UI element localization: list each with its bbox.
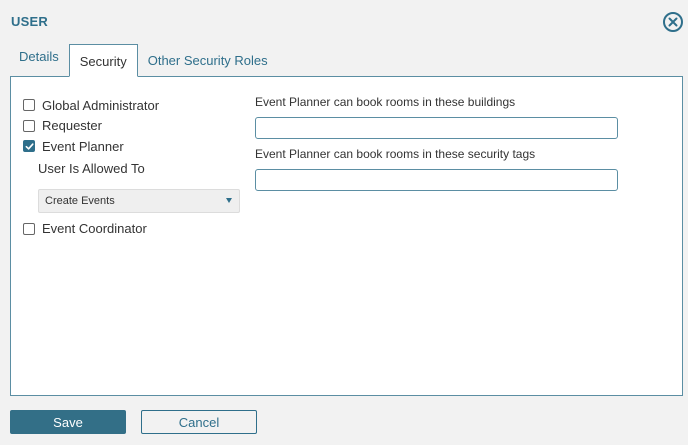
tags-label: Event Planner can book rooms in these se… xyxy=(255,147,536,161)
tab-other-security-roles[interactable]: Other Security Roles xyxy=(138,44,278,77)
allowed-select-value: Create Events xyxy=(45,194,115,207)
checkbox-global-administrator[interactable] xyxy=(23,99,35,112)
role-event-coordinator[interactable]: Event Coordinator xyxy=(23,219,243,240)
tab-details[interactable]: Details xyxy=(10,40,69,73)
close-icon xyxy=(668,17,678,27)
tags-input[interactable] xyxy=(255,169,618,191)
tab-bar: Details Security Other Security Roles xyxy=(10,44,278,77)
allowed-label: User Is Allowed To xyxy=(38,160,145,176)
role-event-planner[interactable]: Event Planner xyxy=(23,136,243,157)
buildings-label: Event Planner can book rooms in these bu… xyxy=(255,95,516,109)
allowed-select[interactable]: Create Events xyxy=(38,188,240,213)
role-label: Global Administrator xyxy=(42,97,160,113)
roles-list: Global Administrator Requester Event Pla… xyxy=(23,95,243,239)
role-label: Requester xyxy=(42,118,102,134)
role-label: Event Coordinator xyxy=(42,221,147,237)
save-button[interactable]: Save xyxy=(10,410,126,434)
tab-security[interactable]: Security xyxy=(68,44,138,77)
role-global-administrator[interactable]: Global Administrator xyxy=(23,95,243,116)
dialog-title: USER xyxy=(11,14,48,29)
planner-scope: Event Planner can book rooms in these bu… xyxy=(255,95,618,191)
cancel-button[interactable]: Cancel xyxy=(141,410,257,434)
close-button[interactable] xyxy=(663,12,683,32)
role-label: Event Planner xyxy=(42,138,124,154)
checkbox-requester[interactable] xyxy=(23,119,35,132)
checkbox-event-planner[interactable] xyxy=(23,140,35,153)
buildings-input[interactable] xyxy=(255,117,618,139)
checkmark-icon xyxy=(25,143,34,150)
checkbox-event-coordinator[interactable] xyxy=(23,222,35,235)
caret-down-icon xyxy=(226,198,232,203)
security-panel: Global Administrator Requester Event Pla… xyxy=(10,76,683,396)
role-requester[interactable]: Requester xyxy=(23,116,243,137)
